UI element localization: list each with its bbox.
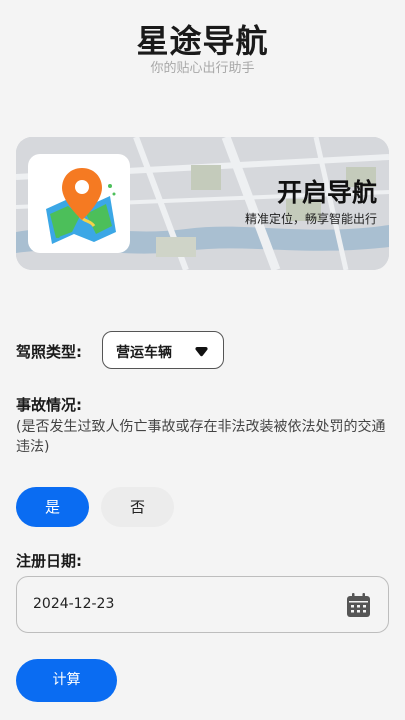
banner-title: 开启导航: [276, 178, 377, 207]
register-date-field[interactable]: 2024-12-23: [16, 576, 389, 633]
app-title: 星途导航: [136, 22, 269, 60]
app-subtitle: 你的贴心出行助手: [150, 61, 255, 76]
accident-yes-button[interactable]: 是: [16, 487, 89, 527]
map-pin-icon: [46, 168, 116, 244]
navigation-banner[interactable]: 开启导航 精准定位，畅享智能出行: [16, 137, 389, 270]
accident-no-button[interactable]: 否: [101, 487, 174, 527]
license-type-select[interactable]: 营运车辆: [102, 331, 224, 369]
accident-label: 事故情况:: [16, 396, 82, 414]
calculate-button[interactable]: 计算: [16, 659, 117, 702]
caret-down-icon: [195, 347, 208, 357]
license-type-value: 营运车辆: [116, 345, 172, 361]
accident-hint: (是否发生过致人伤亡事故或存在非法改装被依法处罚的交通违法): [16, 419, 386, 455]
calendar-icon[interactable]: [346, 593, 371, 618]
license-type-label: 驾照类型:: [16, 343, 82, 361]
register-date-label: 注册日期:: [16, 552, 82, 570]
banner-subtitle: 精准定位，畅享智能出行: [244, 212, 377, 226]
register-date-value: 2024-12-23: [33, 596, 115, 612]
app-logo: [28, 154, 130, 253]
